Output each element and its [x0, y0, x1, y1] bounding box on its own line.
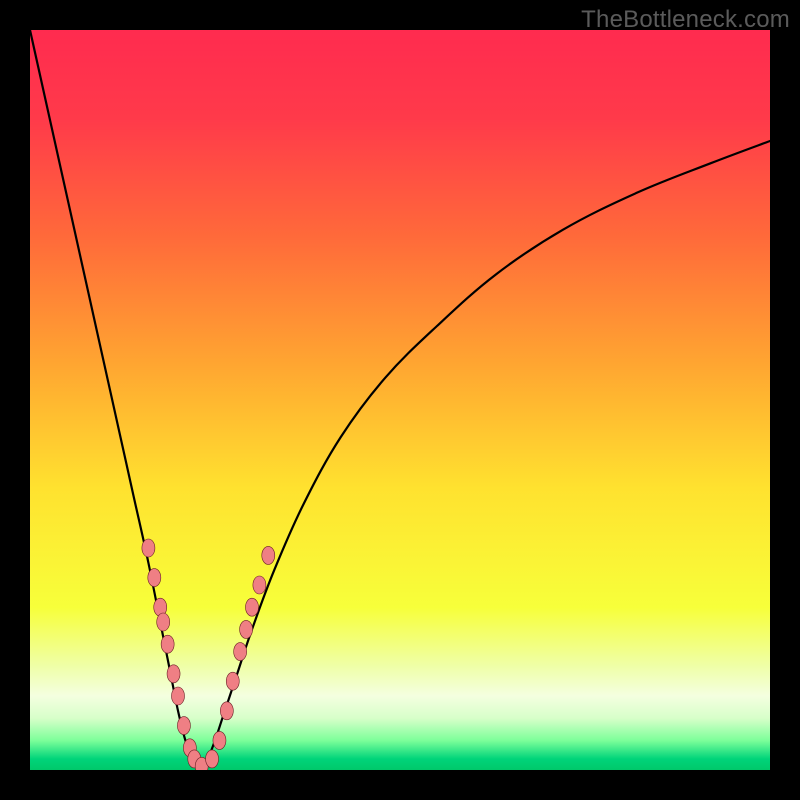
data-marker [246, 598, 259, 616]
data-marker [253, 576, 266, 594]
curve-left-branch [30, 30, 200, 770]
curve-layer [30, 30, 770, 770]
data-marker [240, 620, 253, 638]
data-marker [142, 539, 155, 557]
data-marker [262, 546, 275, 564]
curve-right-branch [200, 141, 770, 770]
data-marker [161, 635, 174, 653]
data-marker [220, 702, 233, 720]
data-marker [234, 643, 247, 661]
plot-area [30, 30, 770, 770]
data-marker [172, 687, 185, 705]
data-marker [157, 613, 170, 631]
data-marker [148, 569, 161, 587]
chart-frame: TheBottleneck.com [0, 0, 800, 800]
watermark-text: TheBottleneck.com [581, 6, 790, 34]
marker-group [142, 539, 275, 770]
data-marker [177, 717, 190, 735]
data-marker [213, 731, 226, 749]
data-marker [226, 672, 239, 690]
data-marker [167, 665, 180, 683]
data-marker [206, 750, 219, 768]
